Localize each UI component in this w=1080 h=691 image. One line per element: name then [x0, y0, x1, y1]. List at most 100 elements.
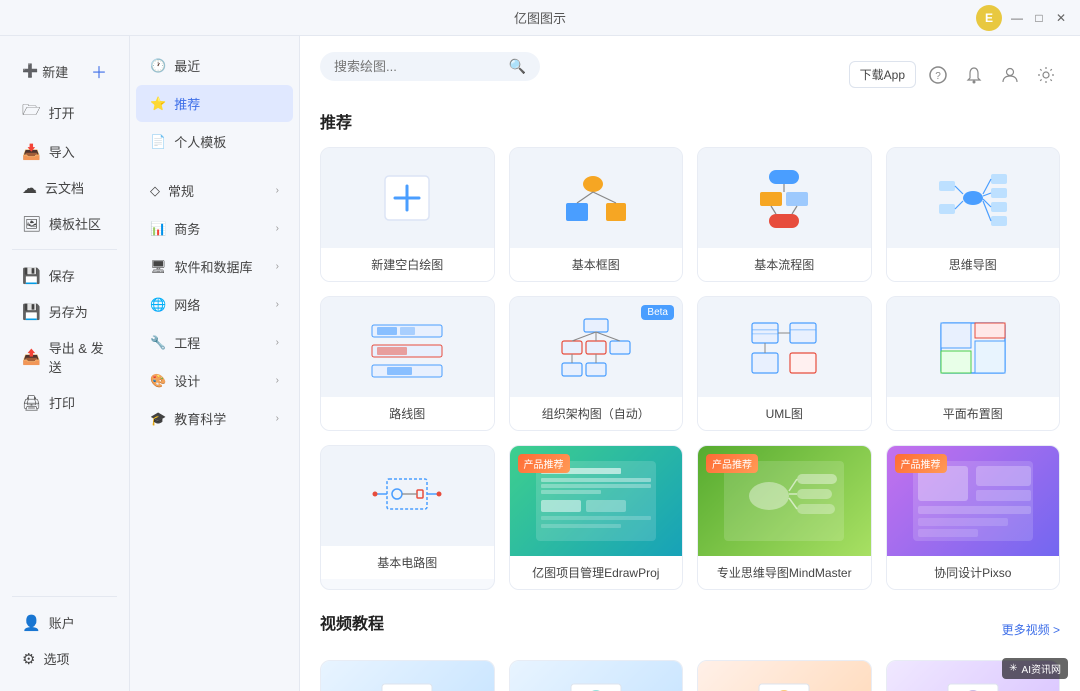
sidebar-item-cloud[interactable]: ☁ 云文档 — [6, 170, 123, 205]
mid-nav-general[interactable]: ◇ 常规 › — [136, 172, 293, 209]
video-section-header: 视频教程 更多视频 > — [320, 610, 1060, 648]
template-card-layout[interactable]: 平面布置图 — [886, 296, 1061, 431]
minimize-button[interactable]: — — [1010, 11, 1024, 25]
cloud-icon: ☁ — [22, 179, 37, 197]
sidebar-item-template[interactable]: 🖼 模板社区 — [6, 206, 123, 241]
mid-nav-education[interactable]: 🎓 教育科学 › — [136, 400, 293, 437]
bell-icon — [965, 66, 983, 84]
main-container: ➕ 新建 ＋ 🗁 打开 📥 导入 ☁ 云文档 🖼 — [0, 36, 1080, 691]
card-preview-mindmap — [887, 148, 1060, 248]
template-card-pixso[interactable]: 产品推荐 协同设计Pixso — [886, 445, 1061, 590]
sidebar-divider-2 — [12, 596, 117, 597]
template-card-mindmaster[interactable]: 产品推荐 专业思维导图MindMaster — [697, 445, 872, 590]
help-icon-btn[interactable]: ? — [924, 61, 952, 89]
mid-nav-recommend[interactable]: ⭐ 推荐 — [136, 85, 293, 122]
sidebar-bottom: 👤 账户 ⚙ 选项 — [0, 584, 129, 681]
template-card-route[interactable]: 路线图 — [320, 296, 495, 431]
template-card-org-auto[interactable]: Beta 组织架构 — [509, 296, 684, 431]
saveas-icon: 💾 — [22, 303, 41, 321]
sidebar-item-new[interactable]: ➕ 新建 ＋ — [6, 51, 123, 91]
uml-svg — [744, 315, 824, 380]
mid-nav-personal-left: 📄 个人模板 — [150, 132, 226, 151]
sidebar-item-export[interactable]: 📤 导出 & 发送 — [6, 330, 123, 384]
sidebar-item-print[interactable]: 🖨 打印 — [6, 385, 123, 420]
software-arrow: › — [276, 261, 279, 272]
general-arrow: › — [276, 185, 279, 196]
cloud-label: 云文档 — [45, 178, 84, 197]
mid-nav-design[interactable]: 🎨 设计 › — [136, 362, 293, 399]
card-preview-basic-flow — [698, 148, 871, 248]
plus-icon[interactable]: ＋ — [91, 59, 107, 83]
export-label: 导出 & 发送 — [49, 338, 107, 376]
design-label: 设计 — [174, 371, 200, 390]
card-preview-circuit — [321, 446, 494, 546]
search-input[interactable] — [334, 59, 501, 74]
bell-icon-btn[interactable] — [960, 61, 988, 89]
engineering-label: 工程 — [174, 333, 200, 352]
card-preview-uml — [698, 297, 871, 397]
template-card-edrawproj[interactable]: 产品推荐 亿图项目管理EdrawProj — [509, 445, 684, 590]
left-sidebar: ➕ 新建 ＋ 🗁 打开 📥 导入 ☁ 云文档 🖼 — [0, 36, 130, 691]
card-preview-new-blank — [321, 148, 494, 248]
sidebar-item-saveas[interactable]: 💾 另存为 — [6, 294, 123, 329]
mid-nav-engineering[interactable]: 🔧 工程 › — [136, 324, 293, 361]
sidebar-item-save[interactable]: 💾 保存 — [6, 258, 123, 293]
download-app-button[interactable]: 下载App — [849, 61, 916, 88]
video-card-2[interactable] — [509, 660, 684, 691]
general-icon: ◇ — [150, 183, 160, 199]
card-label-pixso: 协同设计Pixso — [887, 556, 1060, 589]
video-card-3[interactable] — [697, 660, 872, 691]
card-label-new-blank: 新建空白绘图 — [321, 248, 494, 281]
mid-nav-recent[interactable]: 🕐 最近 — [136, 47, 293, 84]
template-card-mindmap[interactable]: 思维导图 — [886, 147, 1061, 282]
sidebar-item-open[interactable]: 🗁 打开 — [6, 92, 123, 133]
mid-nav-software[interactable]: 🖥 软件和数据库 › — [136, 248, 293, 285]
design-arrow: › — [276, 375, 279, 386]
open-label: 打开 — [49, 103, 75, 122]
template-label: 模板社区 — [49, 214, 101, 233]
video-card-1[interactable] — [320, 660, 495, 691]
card-label-org-auto: 组织架构图（自动） — [510, 397, 683, 430]
sidebar-item-options[interactable]: ⚙ 选项 — [6, 641, 123, 676]
recent-label: 最近 — [174, 56, 200, 75]
mid-nav-network[interactable]: 🌐 网络 › — [136, 286, 293, 323]
template-card-circuit[interactable]: 基本电路图 — [320, 445, 495, 590]
mid-nav-education-left: 🎓 教育科学 — [150, 409, 226, 428]
search-bar[interactable]: 🔍 — [320, 52, 540, 81]
saveas-label: 另存为 — [49, 302, 88, 321]
maximize-button[interactable]: □ — [1032, 11, 1046, 25]
template-card-basic-flow[interactable]: 基本流程图 — [697, 147, 872, 282]
sidebar-top: ➕ 新建 ＋ 🗁 打开 📥 导入 ☁ 云文档 🖼 — [0, 46, 129, 425]
search-icon: 🔍 — [509, 58, 526, 75]
badge-edrawproj: 产品推荐 — [518, 454, 570, 473]
video-thumb-2 — [510, 661, 683, 691]
network-arrow: › — [276, 299, 279, 310]
sidebar-item-account[interactable]: 👤 账户 — [6, 605, 123, 640]
video-thumb-svg-1 — [377, 676, 437, 691]
template-card-basic-frame[interactable]: 基本框图 — [509, 147, 684, 282]
layout-svg — [933, 315, 1013, 380]
options-label: 选项 — [43, 649, 69, 668]
svg-text:?: ? — [935, 71, 941, 82]
general-label: 常规 — [168, 181, 194, 200]
mid-nav-engineering-left: 🔧 工程 — [150, 333, 200, 352]
close-button[interactable]: ✕ — [1054, 11, 1068, 25]
sidebar-item-import[interactable]: 📥 导入 — [6, 134, 123, 169]
mid-nav-business[interactable]: 📊 商务 › — [136, 210, 293, 247]
personal-label: 个人模板 — [174, 132, 226, 151]
save-icon: 💾 — [22, 267, 41, 285]
settings-icon-btn[interactable] — [1032, 61, 1060, 89]
options-icon: ⚙ — [22, 650, 35, 668]
sidebar-divider-1 — [12, 249, 117, 250]
user-icon — [1001, 66, 1019, 84]
mid-nav-personal[interactable]: 📄 个人模板 — [136, 123, 293, 160]
import-label: 导入 — [49, 142, 75, 161]
avatar[interactable]: E — [976, 5, 1002, 31]
more-videos-link[interactable]: 更多视频 > — [1002, 621, 1060, 638]
account-icon: 👤 — [22, 614, 41, 632]
card-label-route: 路线图 — [321, 397, 494, 430]
print-label: 打印 — [49, 393, 75, 412]
template-card-new-blank[interactable]: 新建空白绘图 — [320, 147, 495, 282]
template-card-uml[interactable]: UML图 — [697, 296, 872, 431]
user-icon-btn[interactable] — [996, 61, 1024, 89]
